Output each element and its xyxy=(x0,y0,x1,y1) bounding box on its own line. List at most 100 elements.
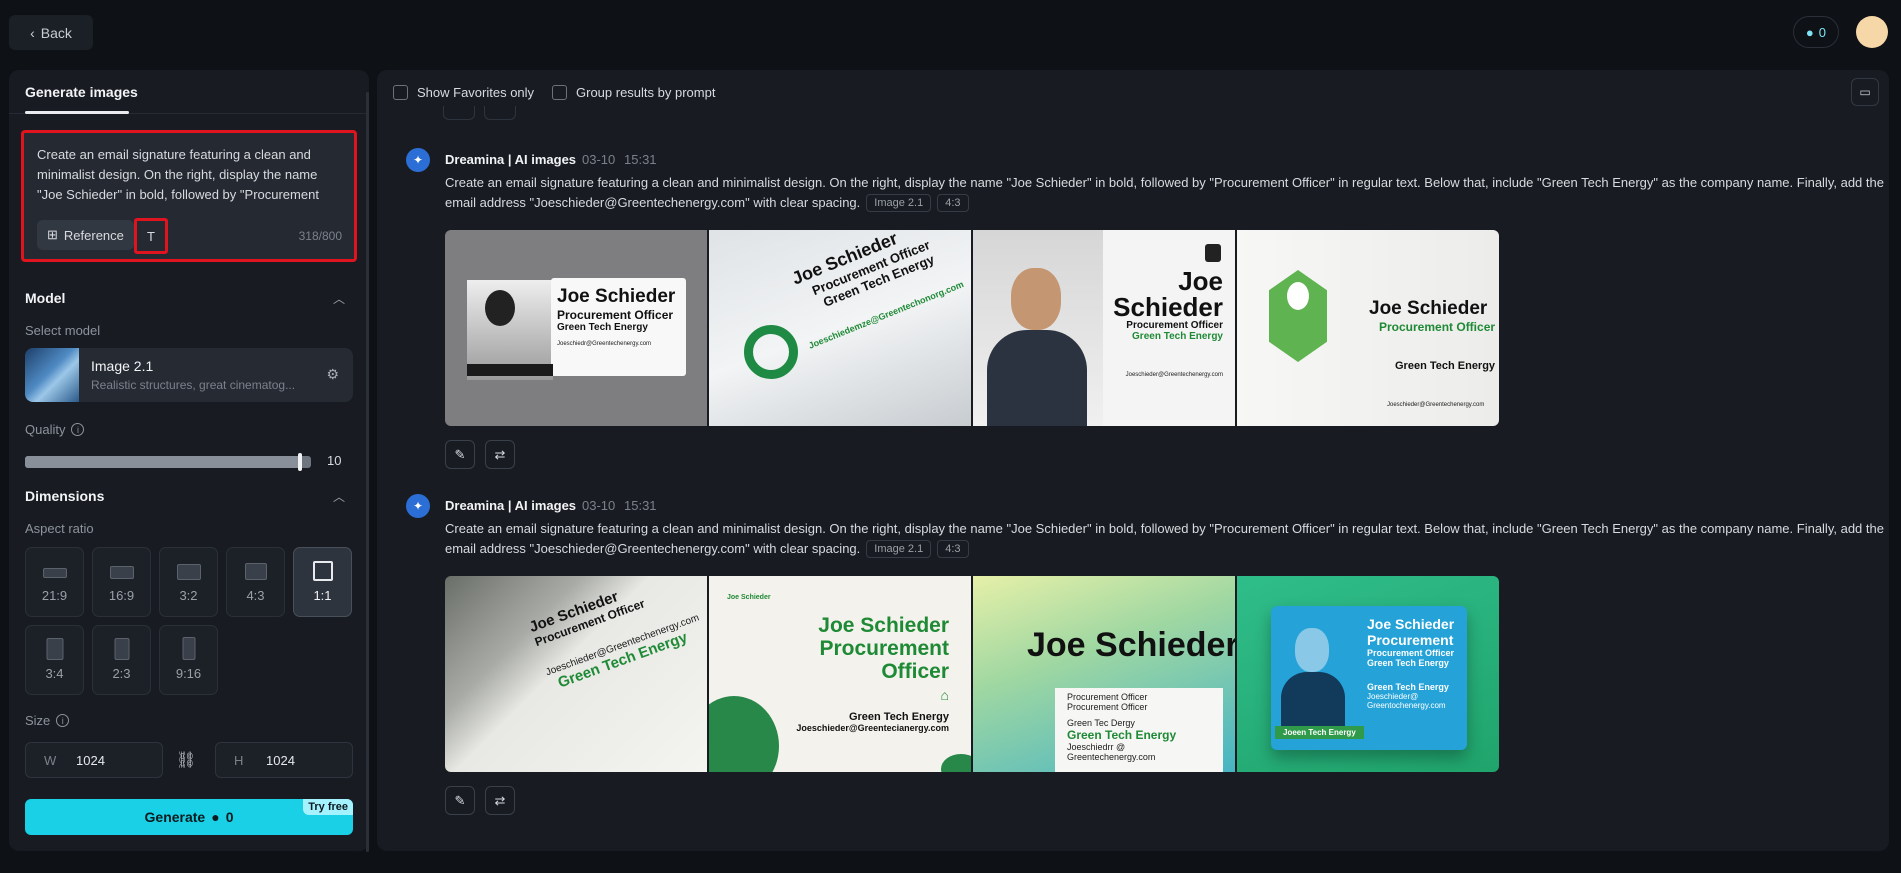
ratio-21-9[interactable]: 21:9 xyxy=(25,547,84,617)
ratio-4-3[interactable]: 4:3 xyxy=(226,547,285,617)
ratio-label: 3:2 xyxy=(179,588,198,603)
result-image[interactable]: Joe Schieder Procurement Officer Green T… xyxy=(1237,230,1499,426)
link-icon[interactable]: ⛓ xyxy=(176,750,196,770)
quality-slider-fill xyxy=(25,456,300,468)
ratio-1-1[interactable]: 1:1 xyxy=(293,547,352,617)
checkbox[interactable] xyxy=(552,85,567,100)
model-selector[interactable]: Image 2.1 Realistic structures, great ci… xyxy=(25,348,353,402)
ratio-3-4[interactable]: 3:4 xyxy=(25,625,84,695)
ratio-shape-icon xyxy=(46,638,63,660)
repeat-icon: ⇄ xyxy=(494,446,506,462)
tilted-card-text: Joe Schieder Procurement Officer Joeschi… xyxy=(527,576,707,694)
ratio-shape-icon xyxy=(182,637,195,660)
card-title-line-1: Procurement xyxy=(819,637,949,660)
chevron-up-icon[interactable]: ︿ xyxy=(333,290,345,307)
size-label: Size xyxy=(25,713,51,728)
width-field[interactable]: W 1024 xyxy=(25,742,163,778)
regenerate-button-partial[interactable] xyxy=(484,106,516,120)
ratio-label: 1:1 xyxy=(313,588,332,603)
card-banner: Joeen Tech Energy xyxy=(1275,726,1364,739)
result-date: 03-10 xyxy=(582,498,616,513)
card-email: Joeschieder@Greentecianergy.com xyxy=(796,723,949,733)
chevron-up-icon[interactable]: ︿ xyxy=(333,488,345,505)
result-time: 15:31 xyxy=(624,152,657,167)
avatar-head xyxy=(1287,282,1309,310)
ratio-shape-icon xyxy=(114,638,129,660)
author-name: Dreamina | AI images xyxy=(445,152,577,167)
credit-icon: ● xyxy=(211,809,220,825)
generate-label: Generate xyxy=(144,809,206,825)
tab-generate-images[interactable]: Generate images xyxy=(25,84,138,100)
result-prompt: Create an email signature featuring a cl… xyxy=(445,519,1885,559)
info-icon[interactable]: i xyxy=(56,714,70,727)
active-tab-indicator xyxy=(25,111,129,114)
card-email-1: Joeschieder@ xyxy=(1367,692,1419,701)
quality-slider[interactable] xyxy=(25,453,311,471)
width-value[interactable]: 1024 xyxy=(76,753,105,768)
regenerate-button[interactable]: ⇄ xyxy=(485,786,515,815)
card-title: Procurement xyxy=(1367,632,1454,648)
result-image[interactable]: Joe Schieder Procurement Officer Joeschi… xyxy=(445,576,707,772)
quality-label-row: Quality i xyxy=(25,422,85,437)
result-image[interactable]: Joe Schieder Joe Schieder Procurement Of… xyxy=(709,576,971,772)
size-label-row: Size i xyxy=(25,713,70,728)
generate-button[interactable]: Generate ● 0 Try free xyxy=(25,799,353,835)
portrait-suit xyxy=(987,330,1087,426)
ratio-shape-icon xyxy=(176,564,201,580)
portrait-face xyxy=(1011,268,1061,330)
ratio-tag: 4:3 xyxy=(937,540,969,558)
result-image[interactable]: Joe Schieder Procurement Officer Green T… xyxy=(445,230,707,426)
green-blob xyxy=(709,696,779,772)
back-button[interactable]: ‹ Back xyxy=(9,15,93,50)
text-tool-button[interactable]: T xyxy=(134,218,168,254)
dreamina-logo-icon: ✦ xyxy=(406,148,430,172)
height-field[interactable]: H 1024 xyxy=(215,742,353,778)
pencil-icon: ✎ xyxy=(454,792,466,808)
card-company: Green Tech Energy xyxy=(1395,360,1496,372)
edit-button-partial[interactable] xyxy=(443,106,475,120)
ratio-shape-icon xyxy=(312,561,333,581)
card-line-2: Procurement Officer xyxy=(1067,702,1148,712)
prompt-input[interactable]: Create an email signature featuring a cl… xyxy=(37,145,337,209)
ratio-9-16[interactable]: 9:16 xyxy=(159,625,218,695)
try-free-badge: Try free xyxy=(303,799,353,815)
card-company: Green Tech Energy xyxy=(1132,331,1223,342)
generate-panel: Generate images Create an email signatur… xyxy=(9,70,369,851)
building-icon: ⌂ xyxy=(940,687,949,703)
edit-button[interactable]: ✎ xyxy=(445,440,475,469)
pencil-icon: ✎ xyxy=(454,446,466,462)
card-name: Joe Schieder xyxy=(1027,626,1235,664)
card-company: Green Tech Energy xyxy=(848,711,949,723)
result-image[interactable]: Joe Schieder Procurement Officer Green T… xyxy=(973,230,1235,426)
settings-sliders-icon[interactable]: ⚙ xyxy=(326,366,339,383)
quality-label: Quality xyxy=(25,422,66,437)
group-label: Group results by prompt xyxy=(576,85,716,100)
credits-badge[interactable]: ● 0 xyxy=(1792,16,1839,48)
image-row: Joe Schieder Procurement Officer Green T… xyxy=(445,230,1499,426)
reference-button[interactable]: ⊞ Reference xyxy=(37,220,134,250)
height-value[interactable]: 1024 xyxy=(266,753,295,768)
card-line-1: Procurement Officer xyxy=(1067,692,1148,702)
model-thumbnail xyxy=(25,348,79,402)
quality-slider-handle[interactable] xyxy=(297,453,302,471)
portrait-head xyxy=(485,290,515,326)
checkbox[interactable] xyxy=(393,85,408,100)
model-section-title: Model xyxy=(25,290,66,306)
info-icon[interactable]: i xyxy=(71,423,85,436)
favorites-filter[interactable]: Show Favorites only xyxy=(393,85,534,100)
ratio-16-9[interactable]: 16:9 xyxy=(92,547,151,617)
avatar[interactable] xyxy=(1856,16,1888,48)
card-email: Joeschiedrr @ Greentechenergy.com xyxy=(1067,742,1156,762)
regenerate-button[interactable]: ⇄ xyxy=(485,440,515,469)
result-image[interactable]: Joe Schieder Procurement Procurement Off… xyxy=(1237,576,1499,772)
edit-button[interactable]: ✎ xyxy=(445,786,475,815)
folder-icon[interactable]: ▭ xyxy=(1851,78,1879,106)
prompt-box[interactable]: Create an email signature featuring a cl… xyxy=(21,130,357,262)
ratio-2-3[interactable]: 2:3 xyxy=(92,625,151,695)
left-scrollbar[interactable] xyxy=(366,92,369,852)
result-image[interactable]: Joe Schieder Procurement Officer Procure… xyxy=(973,576,1235,772)
card-text: Joe Schieder Procurement Officer Green T… xyxy=(1369,298,1495,408)
ratio-3-2[interactable]: 3:2 xyxy=(159,547,218,617)
group-by-prompt-filter[interactable]: Group results by prompt xyxy=(552,85,715,100)
result-image[interactable]: Joe Schieder Procurement Officer Green T… xyxy=(709,230,971,426)
